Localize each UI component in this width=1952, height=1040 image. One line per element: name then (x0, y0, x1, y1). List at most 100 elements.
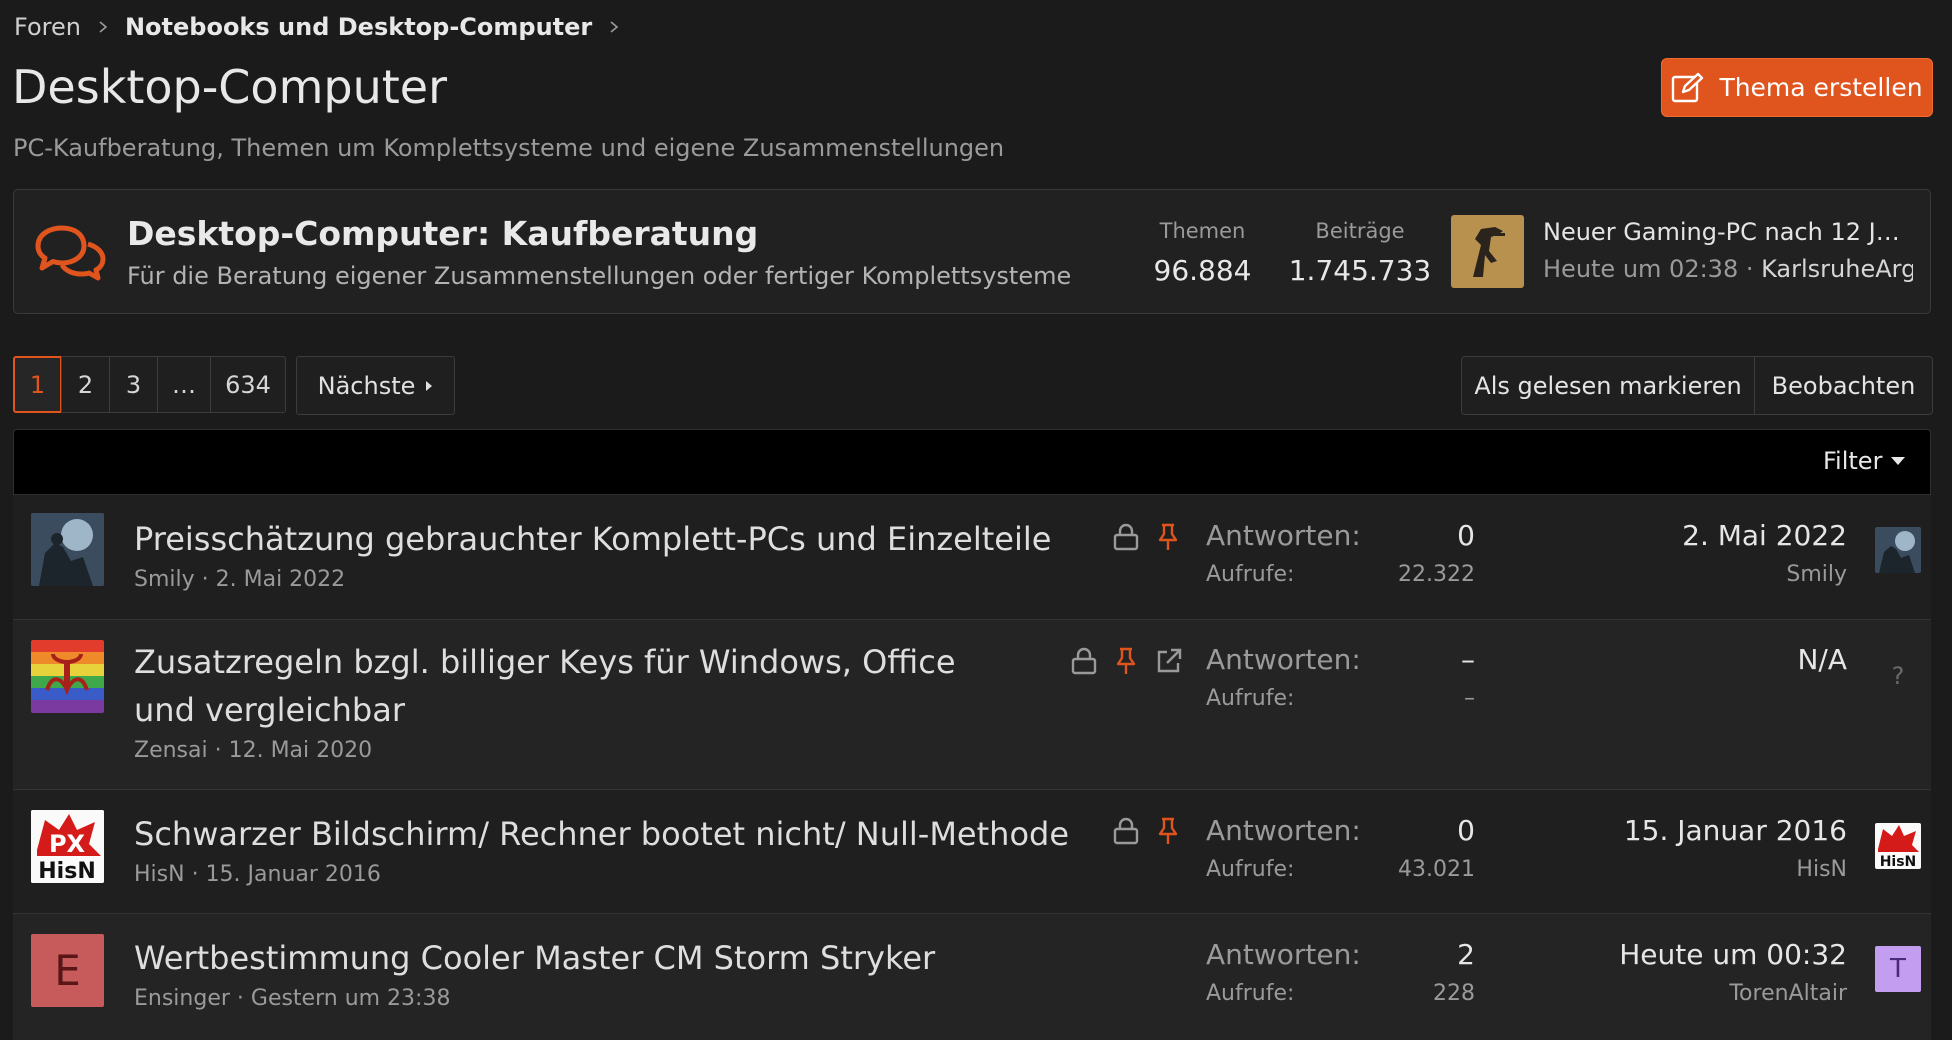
thread-row[interactable]: E Wertbestimmung Cooler Master CM Storm … (13, 914, 1931, 1040)
replies-count: 0 (1457, 814, 1475, 847)
page-link[interactable]: 2 (61, 356, 110, 413)
views-count: 22.322 (1398, 562, 1475, 587)
unknown-avatar: ? (1891, 662, 1905, 690)
views-count: 228 (1433, 981, 1475, 1006)
mark-read-button[interactable]: Als gelesen markieren (1461, 356, 1755, 415)
chat-bubbles-icon (35, 225, 106, 281)
page-description: PC-Kaufberatung, Themen um Komplettsyste… (13, 134, 1005, 162)
views-label: Aufrufe: (1206, 981, 1295, 1006)
chevron-right-icon (610, 21, 619, 33)
replies-count: 0 (1457, 519, 1475, 552)
avatar[interactable] (31, 513, 104, 586)
breadcrumb-root[interactable]: Foren (14, 13, 81, 41)
subforum-last-thread[interactable]: Neuer Gaming-PC nach 12 Ja... (1543, 218, 1913, 246)
page-link[interactable]: 3 (109, 356, 158, 413)
avatar[interactable] (31, 640, 104, 713)
thread-meta: Zensai · 12. Mai 2020 (134, 738, 373, 763)
avatar[interactable]: HisN (1875, 823, 1921, 869)
last-post-user[interactable]: TorenAltair (1547, 981, 1847, 1006)
last-post-date[interactable]: Heute um 00:32 (1547, 938, 1847, 971)
replies-label: Antworten: (1206, 643, 1361, 676)
themes-count: 96.884 (1153, 254, 1252, 287)
avatar[interactable] (1875, 527, 1921, 573)
thread-row[interactable]: Zusatzregeln bzgl. billiger Keys für Win… (13, 620, 1931, 790)
svg-text:PX: PX (49, 830, 86, 858)
thread-author[interactable]: HisN (134, 862, 185, 887)
avatar[interactable]: T (1875, 946, 1921, 992)
lock-icon (1071, 647, 1097, 675)
page-title: Desktop-Computer (12, 60, 447, 114)
last-post-date[interactable]: 15. Januar 2016 (1547, 814, 1847, 847)
forum-actions: Als gelesen markieren Beobachten (1461, 356, 1933, 415)
thread-row[interactable]: Preisschätzung gebrauchter Komplett-PCs … (13, 495, 1931, 620)
filter-button[interactable]: Filter (1823, 447, 1906, 475)
views-label: Aufrufe: (1206, 857, 1295, 882)
thread-date: 15. Januar 2016 (205, 862, 381, 887)
thumbtack-icon (1116, 647, 1136, 674)
thread-title[interactable]: Schwarzer Bildschirm/ Rechner bootet nic… (134, 810, 1069, 858)
breadcrumb-parent[interactable]: Notebooks und Desktop-Computer (125, 13, 592, 41)
thread-status-icons (1113, 817, 1179, 845)
thread-status-icons (1113, 523, 1179, 551)
views-label: Aufrufe: (1206, 686, 1295, 711)
subforum-title[interactable]: Desktop-Computer: Kaufberatung (127, 214, 758, 253)
thread-meta: Smily · 2. Mai 2022 (134, 567, 346, 592)
replies-count: 2 (1457, 938, 1475, 971)
thread-status-icons (1071, 647, 1183, 675)
page-link-ellipsis[interactable]: … (157, 356, 211, 413)
last-post-date: N/A (1797, 643, 1847, 676)
breadcrumb: Foren Notebooks und Desktop-Computer (14, 10, 636, 44)
thumbtack-icon (1158, 817, 1178, 844)
thread-meta: Ensinger · Gestern um 23:38 (134, 986, 451, 1011)
create-thread-label: Thema erstellen (1719, 73, 1923, 102)
next-page-button[interactable]: Nächste (296, 356, 455, 415)
thread-author[interactable]: Zensai (134, 738, 208, 763)
replies-count: – (1461, 643, 1475, 676)
themes-label: Themen (1159, 219, 1246, 243)
thumbtack-icon (1158, 523, 1178, 550)
subforum-last-meta: Heute um 02:38 · KarlsruheArgus (1543, 255, 1913, 283)
thread-title[interactable]: Preisschätzung gebrauchter Komplett-PCs … (134, 515, 1051, 563)
edit-icon (1672, 72, 1704, 102)
avatar[interactable]: E (31, 934, 104, 1007)
thread-row[interactable]: PX HisN Schwarzer Bildschirm/ Rechner bo… (13, 790, 1931, 914)
page-link[interactable]: 634 (210, 356, 286, 413)
thread-author[interactable]: Ensinger (134, 986, 230, 1011)
avatar[interactable]: PX HisN (31, 810, 104, 883)
thread-author[interactable]: Smily (134, 567, 195, 592)
external-link-icon (1157, 648, 1182, 673)
lock-icon (1113, 817, 1139, 845)
views-label: Aufrufe: (1206, 562, 1295, 587)
posts-label: Beiträge (1315, 219, 1405, 243)
thread-date: Gestern um 23:38 (250, 986, 451, 1011)
caret-right-icon (426, 380, 433, 391)
posts-count: 1.745.733 (1288, 254, 1432, 287)
thread-meta: HisN · 15. Januar 2016 (134, 862, 381, 887)
avatar[interactable] (1451, 215, 1524, 288)
page-link[interactable]: 1 (13, 356, 62, 413)
thread-title[interactable]: Zusatzregeln bzgl. billiger Keys für Win… (134, 638, 994, 734)
views-count: 43.021 (1398, 857, 1475, 882)
replies-label: Antworten: (1206, 814, 1361, 847)
watch-button[interactable]: Beobachten (1754, 356, 1933, 415)
last-post-user[interactable]: Smily (1547, 562, 1847, 587)
thread-title[interactable]: Wertbestimmung Cooler Master CM Storm St… (134, 934, 935, 982)
views-count: – (1464, 686, 1475, 711)
thread-list-header (13, 429, 1931, 495)
svg-text:HisN: HisN (1880, 854, 1917, 869)
chevron-right-icon (99, 21, 108, 33)
filter-label: Filter (1823, 447, 1883, 475)
thread-date: 2. Mai 2022 (215, 567, 346, 592)
subforum-description: Für die Beratung eigener Zusammenstellun… (127, 262, 1072, 290)
last-post-date[interactable]: 2. Mai 2022 (1547, 519, 1847, 552)
create-thread-button[interactable]: Thema erstellen (1661, 58, 1933, 117)
thread-date: 12. Mai 2020 (228, 738, 373, 763)
svg-text:HisN: HisN (38, 859, 95, 883)
subforum-last-user[interactable]: KarlsruheArgus (1761, 255, 1913, 283)
replies-label: Antworten: (1206, 519, 1361, 552)
caret-down-icon (1891, 457, 1906, 465)
lock-icon (1113, 523, 1139, 551)
last-post-user[interactable]: HisN (1547, 857, 1847, 882)
replies-label: Antworten: (1206, 938, 1361, 971)
pagination: 1 2 3 … 634 (13, 356, 286, 415)
